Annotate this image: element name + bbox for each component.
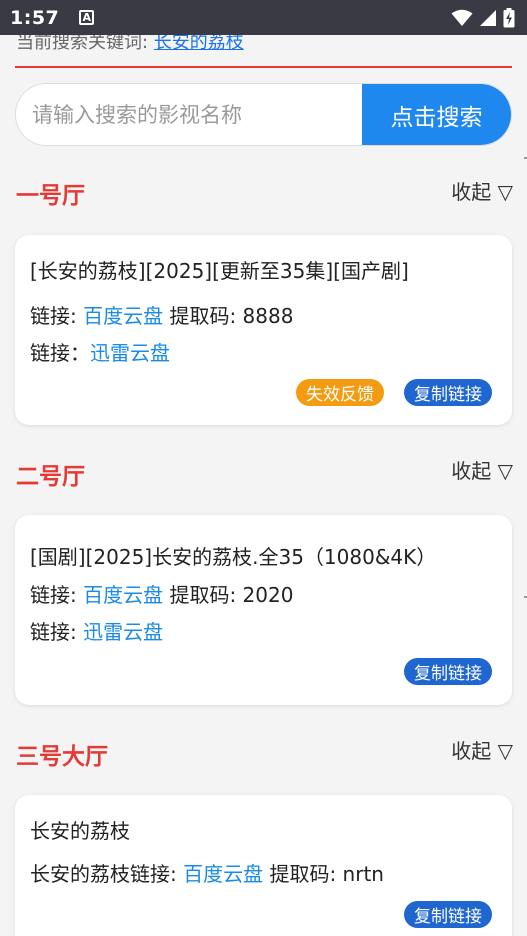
status-time: 1:57 [10, 6, 60, 29]
extract-code: 提取码: 2020 [163, 583, 294, 607]
xunlei-pan-link[interactable]: 迅雷云盘 [90, 341, 170, 365]
card-link-line-baidu: 链接: 百度云盘 提取码: 2020 [30, 579, 293, 608]
battery-icon [503, 7, 515, 27]
card-title: [长安的荔枝][2025][更新至35集][国产剧] [30, 259, 409, 283]
card-link-line-xunlei: 链接：迅雷云盘 [30, 337, 170, 366]
notification-a-icon: A [79, 10, 95, 25]
collapse-toggle-hall-1[interactable]: 收起 ▽ [451, 176, 513, 205]
card-link-line-baidu: 链接: 百度云盘 提取码: 8888 [30, 300, 293, 329]
search-button[interactable]: 点击搜索 [362, 84, 511, 145]
extract-code: 提取码: 8888 [163, 304, 294, 328]
extract-code: 提取码: nrtn [263, 862, 384, 886]
section-title-hall-2: 二号厅 [16, 464, 85, 490]
xunlei-pan-link[interactable]: 迅雷云盘 [83, 620, 163, 644]
keyword-prefix: 当前搜索关键词: [16, 32, 154, 53]
copy-link-button[interactable]: 复制链接 [404, 379, 492, 406]
result-card-1: [长安的荔枝][2025][更新至35集][国产剧] 链接: 百度云盘 提取码:… [15, 235, 512, 425]
link-prefix: 链接： [30, 341, 90, 365]
collapse-toggle-hall-2[interactable]: 收起 ▽ [451, 455, 513, 484]
status-bar: 1:57 A [0, 0, 527, 35]
section-title-hall-3: 三号大厅 [16, 744, 108, 770]
result-card-3: 长安的荔枝 长安的荔枝链接: 百度云盘 提取码: nrtn 复制链接 [15, 795, 512, 936]
link-prefix: 链接: [30, 304, 84, 328]
card-link-line-xunlei: 链接: 迅雷云盘 [30, 616, 163, 645]
copy-link-button[interactable]: 复制链接 [404, 658, 492, 685]
section-title-hall-1: 一号厅 [16, 183, 85, 209]
baidu-pan-link[interactable]: 百度云盘 [83, 304, 163, 328]
baidu-pan-link[interactable]: 百度云盘 [183, 862, 263, 886]
link-prefix: 长安的荔枝链接: [30, 862, 184, 886]
result-card-2: [国剧][2025]长安的荔枝.全35（1080&4K） 链接: 百度云盘 提取… [15, 515, 512, 705]
search-bar: 点击搜索 [15, 83, 512, 146]
copy-link-button[interactable]: 复制链接 [404, 901, 492, 928]
feedback-button[interactable]: 失效反馈 [296, 379, 384, 406]
keyword-link[interactable]: 长安的荔枝 [154, 32, 244, 53]
baidu-pan-link[interactable]: 百度云盘 [83, 583, 163, 607]
wifi-icon [451, 9, 473, 26]
search-input[interactable] [16, 84, 362, 145]
collapse-toggle-hall-3[interactable]: 收起 ▽ [451, 735, 513, 764]
card-title: 长安的荔枝 [30, 819, 130, 843]
card-link-line-baidu: 长安的荔枝链接: 百度云盘 提取码: nrtn [30, 858, 384, 887]
card-title: [国剧][2025]长安的荔枝.全35（1080&4K） [30, 545, 437, 569]
signal-icon [480, 9, 496, 26]
link-prefix: 链接: [30, 583, 84, 607]
divider [15, 66, 512, 68]
link-prefix: 链接: [30, 620, 84, 644]
